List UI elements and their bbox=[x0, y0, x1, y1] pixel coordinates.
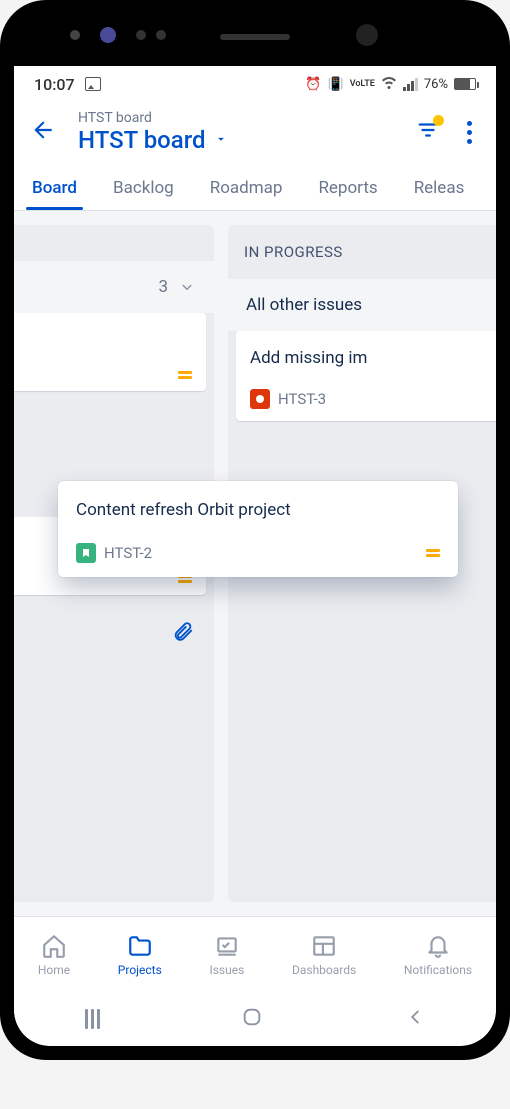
dashboards-icon bbox=[311, 933, 337, 959]
status-bar: 10:07 ⏰ 📳 VoLTE 76% bbox=[14, 66, 496, 102]
wifi-icon bbox=[381, 74, 397, 94]
nav-tabs: Board Backlog Roadmap Reports Releas bbox=[14, 158, 496, 211]
android-nav-bar bbox=[14, 992, 496, 1046]
column-status: IN PROGRESS bbox=[244, 243, 343, 261]
back-button[interactable] bbox=[30, 117, 56, 147]
folder-icon bbox=[127, 933, 153, 959]
home-icon bbox=[41, 933, 67, 959]
volte-icon: VoLTE bbox=[350, 79, 375, 89]
app-header: HTST board HTST board bbox=[14, 102, 496, 158]
card-title: Add missing im bbox=[250, 347, 496, 369]
column-header: IN PROGRESS 1 bbox=[228, 225, 496, 279]
card-key: HTST-2 bbox=[104, 544, 152, 562]
card-title: Content refresh Orbit project bbox=[76, 499, 440, 521]
screenshot-icon bbox=[85, 77, 101, 91]
board-area[interactable]: ues 3 anding page bbox=[14, 211, 496, 916]
android-home-button[interactable] bbox=[241, 1006, 263, 1032]
breadcrumb: HTST board bbox=[78, 110, 397, 126]
chevron-down-icon bbox=[178, 278, 196, 296]
swimlane-header[interactable]: ues 3 bbox=[14, 261, 214, 313]
battery-pct: 76% bbox=[424, 77, 448, 92]
android-back-button[interactable] bbox=[404, 1006, 426, 1032]
nav-home[interactable]: Home bbox=[34, 927, 74, 983]
nav-projects[interactable]: Projects bbox=[114, 927, 166, 983]
tab-board[interactable]: Board bbox=[14, 170, 95, 210]
attachment-icon bbox=[172, 621, 194, 647]
swimlane-count: 3 bbox=[158, 277, 168, 297]
dragging-issue-card[interactable]: Content refresh Orbit project HTST-2 bbox=[58, 481, 458, 577]
column-header bbox=[14, 225, 214, 261]
issue-card[interactable]: anding page bbox=[14, 313, 206, 391]
battery-icon bbox=[454, 78, 476, 90]
board-title: HTST board bbox=[78, 126, 206, 154]
issues-icon bbox=[214, 933, 240, 959]
android-recents-button[interactable] bbox=[85, 1009, 100, 1029]
card-key: HTST-3 bbox=[278, 390, 326, 408]
swimlane-title: All other issues bbox=[246, 295, 362, 315]
card-title: anding page bbox=[14, 329, 192, 351]
status-time: 10:07 bbox=[34, 75, 75, 94]
signal-icon bbox=[403, 78, 418, 91]
chevron-down-icon bbox=[214, 131, 228, 150]
filter-button[interactable] bbox=[409, 111, 447, 153]
board-selector[interactable]: HTST board bbox=[78, 126, 397, 154]
vibrate-icon: 📳 bbox=[328, 77, 344, 92]
nav-issues[interactable]: Issues bbox=[205, 927, 248, 983]
see-all-link[interactable]: e bbox=[14, 603, 214, 665]
alarm-icon: ⏰ bbox=[305, 77, 321, 92]
phone-frame: 10:07 ⏰ 📳 VoLTE 76% bbox=[0, 0, 510, 1060]
filter-active-badge bbox=[433, 115, 444, 126]
issue-type-story-icon bbox=[76, 543, 96, 563]
nav-notifications[interactable]: Notifications bbox=[400, 927, 476, 983]
priority-medium-icon bbox=[178, 371, 192, 379]
tab-reports[interactable]: Reports bbox=[300, 170, 395, 210]
issue-card[interactable]: Add missing im HTST-3 bbox=[236, 331, 496, 421]
priority-medium-icon bbox=[426, 549, 440, 557]
more-button[interactable] bbox=[459, 113, 480, 152]
bell-icon bbox=[425, 933, 451, 959]
bottom-nav: Home Projects Issues Dashboards Notifica… bbox=[14, 916, 496, 992]
tab-backlog[interactable]: Backlog bbox=[95, 170, 192, 210]
swimlane-header[interactable]: All other issues bbox=[228, 279, 496, 331]
nav-dashboards[interactable]: Dashboards bbox=[288, 927, 360, 983]
tab-releases[interactable]: Releas bbox=[396, 170, 483, 210]
tab-roadmap[interactable]: Roadmap bbox=[192, 170, 301, 210]
issue-type-bug-icon bbox=[250, 389, 270, 409]
